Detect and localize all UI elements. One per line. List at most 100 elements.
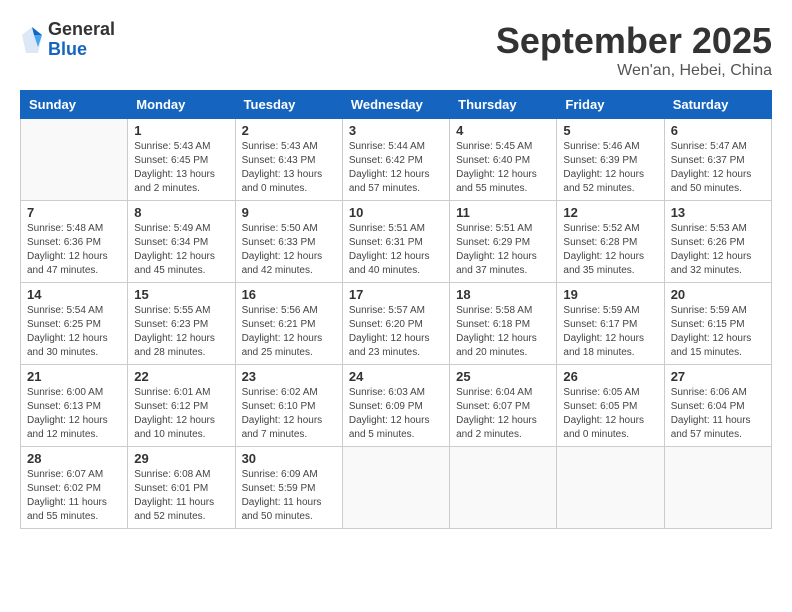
calendar-cell: 19 Sunrise: 5:59 AM Sunset: 6:17 PM Dayli…	[557, 283, 664, 365]
calendar-cell	[664, 447, 771, 529]
day-number: 11	[456, 205, 550, 220]
calendar-cell: 30 Sunrise: 6:09 AM Sunset: 5:59 PM Dayli…	[235, 447, 342, 529]
day-number: 18	[456, 287, 550, 302]
calendar-cell: 16Sunrise: 5:56 AM Sunset: 6:21 PM Dayli…	[235, 283, 342, 365]
day-number: 10	[349, 205, 443, 220]
day-info: Sunrise: 5:58 AM Sunset: 6:18 PM Dayligh…	[456, 304, 550, 360]
calendar-cell: 17Sunrise: 5:57 AM Sunset: 6:20 PM Dayli…	[342, 283, 449, 365]
weekday-header-wednesday: Wednesday	[342, 91, 449, 119]
calendar-cell: 21 Sunrise: 6:00 AM Sunset: 6:13 PM Dayli…	[21, 365, 128, 447]
day-info: Sunrise: 5:59 AM Sunset: 6:15 PM Dayligh…	[671, 304, 765, 360]
day-number: 7	[27, 205, 121, 220]
day-info: Sunrise: 6:06 AM Sunset: 6:04 PM Dayligh…	[671, 386, 765, 442]
day-number: 21	[27, 369, 121, 384]
page-header: General Blue September 2025 Wen'an, Hebe…	[20, 20, 772, 80]
day-info: Sunrise: 5:46 AM Sunset: 6:39 PM Dayligh…	[563, 140, 657, 196]
title-block: September 2025 Wen'an, Hebei, China	[496, 20, 772, 80]
day-number: 27	[671, 369, 765, 384]
day-info: Sunrise: 5:43 AM Sunset: 6:43 PM Dayligh…	[242, 140, 336, 196]
calendar-cell: 5Sunrise: 5:46 AM Sunset: 6:39 PM Daylig…	[557, 119, 664, 201]
day-info: Sunrise: 5:53 AM Sunset: 6:26 PM Dayligh…	[671, 222, 765, 278]
week-row-5: 28Sunrise: 6:07 AM Sunset: 6:02 PM Dayli…	[21, 447, 772, 529]
day-info: Sunrise: 5:51 AM Sunset: 6:31 PM Dayligh…	[349, 222, 443, 278]
day-info: Sunrise: 5:55 AM Sunset: 6:23 PM Dayligh…	[134, 304, 228, 360]
day-info: Sunrise: 5:49 AM Sunset: 6:34 PM Dayligh…	[134, 222, 228, 278]
calendar-cell: 6 Sunrise: 5:47 AM Sunset: 6:37 PM Daylig…	[664, 119, 771, 201]
calendar-cell	[557, 447, 664, 529]
day-info: Sunrise: 5:45 AM Sunset: 6:40 PM Dayligh…	[456, 140, 550, 196]
day-number: 16	[242, 287, 336, 302]
day-number: 19	[563, 287, 657, 302]
weekday-header-monday: Monday	[128, 91, 235, 119]
month-title: September 2025	[496, 20, 772, 62]
day-info: Sunrise: 6:01 AM Sunset: 6:12 PM Dayligh…	[134, 386, 228, 442]
calendar-cell: 27 Sunrise: 6:06 AM Sunset: 6:04 PM Dayli…	[664, 365, 771, 447]
calendar-table: SundayMondayTuesdayWednesdayThursdayFrid…	[20, 90, 772, 529]
day-info: Sunrise: 5:51 AM Sunset: 6:29 PM Dayligh…	[456, 222, 550, 278]
calendar-cell: 14 Sunrise: 5:54 AM Sunset: 6:25 PM Dayli…	[21, 283, 128, 365]
day-number: 2	[242, 123, 336, 138]
calendar-cell: 13 Sunrise: 5:53 AM Sunset: 6:26 PM Dayli…	[664, 201, 771, 283]
day-number: 25	[456, 369, 550, 384]
calendar-cell: 1 Sunrise: 5:43 AM Sunset: 6:45 PM Daylig…	[128, 119, 235, 201]
day-number: 14	[27, 287, 121, 302]
calendar-cell: 25 Sunrise: 6:04 AM Sunset: 6:07 PM Dayli…	[450, 365, 557, 447]
day-info: Sunrise: 6:09 AM Sunset: 5:59 PM Dayligh…	[242, 468, 336, 524]
day-info: Sunrise: 5:54 AM Sunset: 6:25 PM Dayligh…	[27, 304, 121, 360]
logo-general: General	[48, 20, 115, 40]
week-row-2: 7 Sunrise: 5:48 AM Sunset: 6:36 PM Daylig…	[21, 201, 772, 283]
calendar-cell: 2 Sunrise: 5:43 AM Sunset: 6:43 PM Daylig…	[235, 119, 342, 201]
weekday-header-tuesday: Tuesday	[235, 91, 342, 119]
day-info: Sunrise: 6:03 AM Sunset: 6:09 PM Dayligh…	[349, 386, 443, 442]
calendar-cell	[450, 447, 557, 529]
weekday-header-sunday: Sunday	[21, 91, 128, 119]
logo-icon	[20, 25, 44, 55]
day-info: Sunrise: 6:05 AM Sunset: 6:05 PM Dayligh…	[563, 386, 657, 442]
day-number: 17	[349, 287, 443, 302]
calendar-cell: 4 Sunrise: 5:45 AM Sunset: 6:40 PM Daylig…	[450, 119, 557, 201]
day-number: 28	[27, 451, 121, 466]
location: Wen'an, Hebei, China	[496, 62, 772, 80]
day-number: 26	[563, 369, 657, 384]
calendar-cell: 3Sunrise: 5:44 AM Sunset: 6:42 PM Daylig…	[342, 119, 449, 201]
day-info: Sunrise: 5:47 AM Sunset: 6:37 PM Dayligh…	[671, 140, 765, 196]
day-info: Sunrise: 5:52 AM Sunset: 6:28 PM Dayligh…	[563, 222, 657, 278]
calendar-cell	[342, 447, 449, 529]
day-info: Sunrise: 5:59 AM Sunset: 6:17 PM Dayligh…	[563, 304, 657, 360]
logo: General Blue	[20, 20, 115, 60]
calendar-cell: 18 Sunrise: 5:58 AM Sunset: 6:18 PM Dayli…	[450, 283, 557, 365]
calendar-cell: 7 Sunrise: 5:48 AM Sunset: 6:36 PM Daylig…	[21, 201, 128, 283]
calendar-cell: 28Sunrise: 6:07 AM Sunset: 6:02 PM Dayli…	[21, 447, 128, 529]
day-info: Sunrise: 5:48 AM Sunset: 6:36 PM Dayligh…	[27, 222, 121, 278]
day-number: 1	[134, 123, 228, 138]
day-number: 8	[134, 205, 228, 220]
day-number: 30	[242, 451, 336, 466]
calendar-cell: 12Sunrise: 5:52 AM Sunset: 6:28 PM Dayli…	[557, 201, 664, 283]
logo-text: General Blue	[48, 20, 115, 60]
week-row-1: 1 Sunrise: 5:43 AM Sunset: 6:45 PM Daylig…	[21, 119, 772, 201]
calendar-cell: 10 Sunrise: 5:51 AM Sunset: 6:31 PM Dayli…	[342, 201, 449, 283]
logo-blue: Blue	[48, 40, 115, 60]
day-number: 22	[134, 369, 228, 384]
day-number: 9	[242, 205, 336, 220]
day-info: Sunrise: 5:50 AM Sunset: 6:33 PM Dayligh…	[242, 222, 336, 278]
weekday-header-thursday: Thursday	[450, 91, 557, 119]
day-number: 23	[242, 369, 336, 384]
calendar-cell	[21, 119, 128, 201]
day-number: 4	[456, 123, 550, 138]
day-info: Sunrise: 6:00 AM Sunset: 6:13 PM Dayligh…	[27, 386, 121, 442]
week-row-4: 21 Sunrise: 6:00 AM Sunset: 6:13 PM Dayli…	[21, 365, 772, 447]
calendar-cell: 22 Sunrise: 6:01 AM Sunset: 6:12 PM Dayli…	[128, 365, 235, 447]
weekday-header-row: SundayMondayTuesdayWednesdayThursdayFrid…	[21, 91, 772, 119]
calendar-cell: 29Sunrise: 6:08 AM Sunset: 6:01 PM Dayli…	[128, 447, 235, 529]
day-info: Sunrise: 6:04 AM Sunset: 6:07 PM Dayligh…	[456, 386, 550, 442]
day-number: 29	[134, 451, 228, 466]
weekday-header-friday: Friday	[557, 91, 664, 119]
day-number: 6	[671, 123, 765, 138]
calendar-cell: 11 Sunrise: 5:51 AM Sunset: 6:29 PM Dayli…	[450, 201, 557, 283]
day-number: 13	[671, 205, 765, 220]
day-number: 24	[349, 369, 443, 384]
day-number: 15	[134, 287, 228, 302]
day-info: Sunrise: 5:43 AM Sunset: 6:45 PM Dayligh…	[134, 140, 228, 196]
weekday-header-saturday: Saturday	[664, 91, 771, 119]
